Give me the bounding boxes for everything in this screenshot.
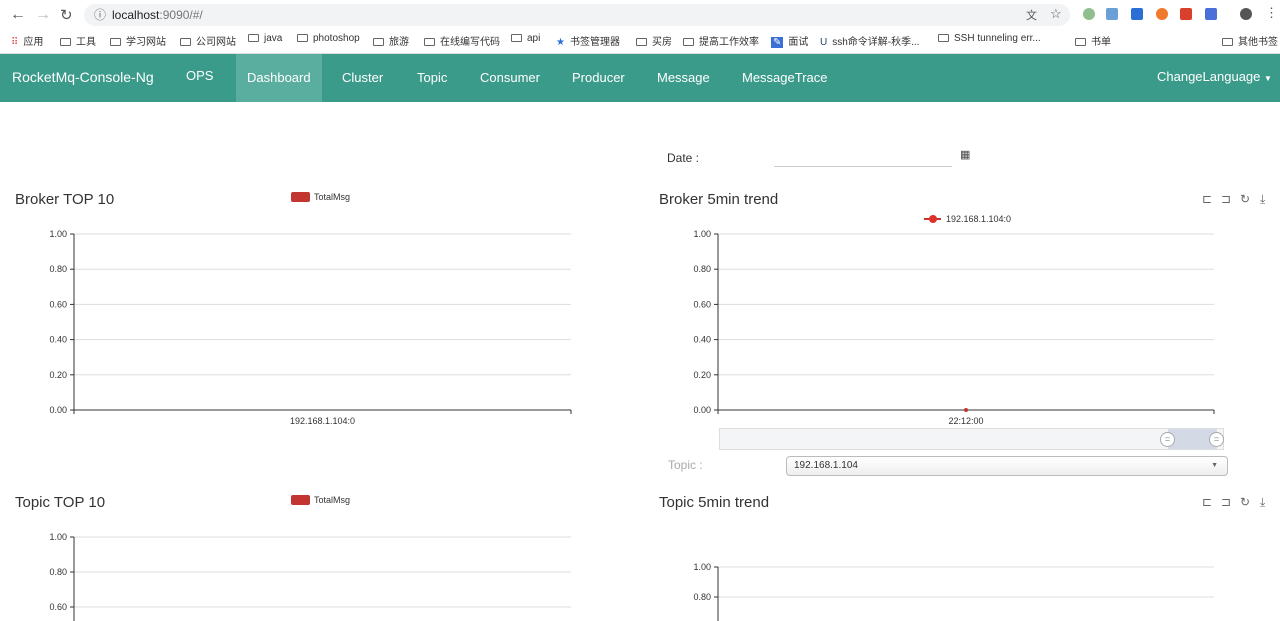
y-tick-label: 0.40 xyxy=(49,335,67,345)
y-tick-label: 0.60 xyxy=(49,299,67,309)
y-tick-label: 0.20 xyxy=(693,370,711,380)
legend-swatch xyxy=(291,192,310,202)
y-tick-label: 1.00 xyxy=(49,532,67,542)
legend-swatch xyxy=(291,495,310,505)
y-tick-label: 1.00 xyxy=(49,229,67,239)
data-point xyxy=(964,408,968,412)
y-tick-label: 0.40 xyxy=(693,335,711,345)
charts-layer: 0.00 0.20 0.40 0.60 0.80 1.00 192.168.1.104:0 T… xyxy=(49,192,1215,621)
y-tick-label: 0.60 xyxy=(49,602,67,612)
y-tick-label: 0.00 xyxy=(49,405,67,415)
y-tick-label: 0.20 xyxy=(49,370,67,380)
legend-label: TotalMsg xyxy=(314,192,350,202)
legend-label: TotalMsg xyxy=(314,495,350,505)
y-tick-label: 0.80 xyxy=(49,567,67,577)
y-tick-label: 1.00 xyxy=(693,229,711,239)
y-tick-label: 0.80 xyxy=(693,592,711,602)
y-tick-label: 0.00 xyxy=(693,405,711,415)
legend-label: 192.168.1.104:0 xyxy=(946,214,1011,224)
y-tick-label: 0.80 xyxy=(693,264,711,274)
y-tick-label: 1.00 xyxy=(693,562,711,572)
y-tick-label: 0.80 xyxy=(49,264,67,274)
x-tick-label: 192.168.1.104:0 xyxy=(290,416,355,426)
x-tick-label: 22:12:00 xyxy=(948,416,983,426)
legend-marker xyxy=(929,215,937,223)
y-tick-label: 0.60 xyxy=(693,299,711,309)
